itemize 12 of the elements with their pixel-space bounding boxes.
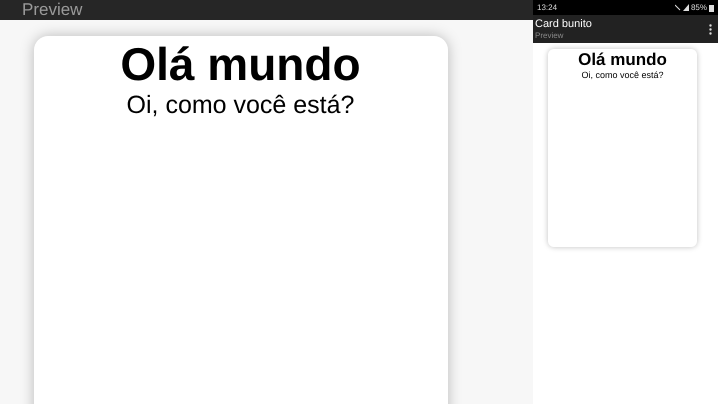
more-icon[interactable] xyxy=(709,24,712,34)
battery-icon xyxy=(709,4,714,12)
header-title: Preview xyxy=(22,0,84,20)
card-title: Olá mundo xyxy=(578,50,667,70)
card-title: Olá mundo xyxy=(120,38,361,90)
battery-level: 85% xyxy=(690,2,707,14)
status-time: 13:24 xyxy=(537,2,558,14)
app-subtitle: Preview xyxy=(535,30,564,40)
signal-icon xyxy=(674,4,689,11)
card-subtitle: Oi, como você está? xyxy=(581,70,664,81)
card-subtitle: Oi, como você está? xyxy=(126,90,354,120)
app-title: Card bunito xyxy=(535,18,592,30)
